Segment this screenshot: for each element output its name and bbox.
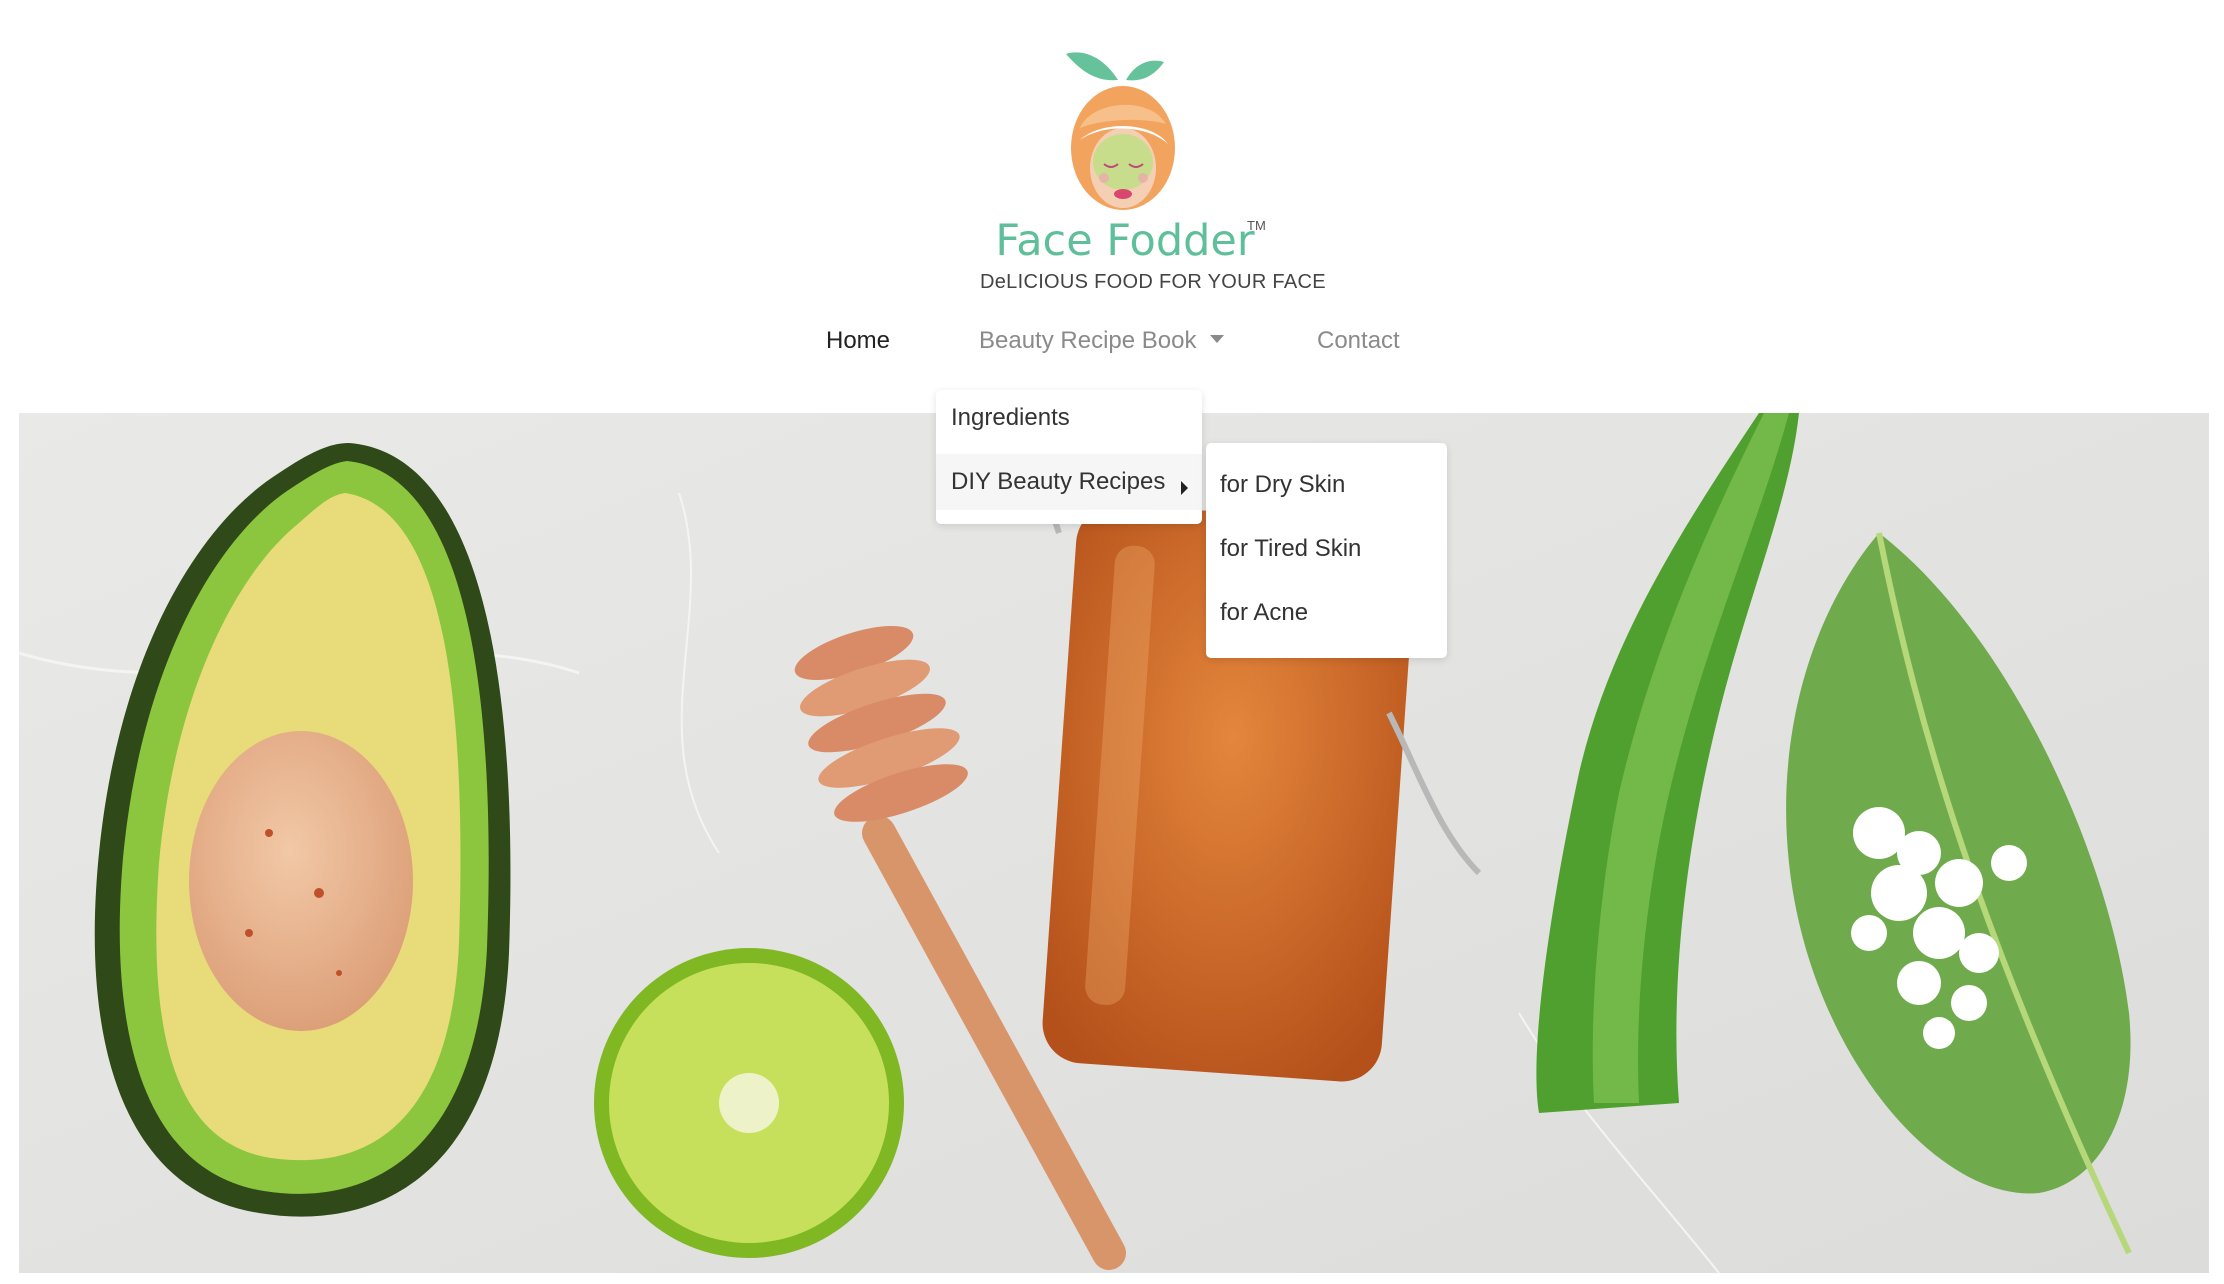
submenu-item-acne-label: for Acne: [1220, 599, 1309, 626]
main-navigation: Home Beauty Recipe Book Contact: [0, 318, 2224, 364]
diy-recipes-submenu: for Dry Skin for Tired Skin for Acne: [1206, 443, 1447, 658]
submenu-item-tired-skin-label: for Tired Skin: [1220, 535, 1362, 562]
recipe-book-dropdown: Ingredients DIY Beauty Recipes: [936, 390, 1202, 524]
dropdown-item-ingredients[interactable]: Ingredients: [936, 390, 1202, 446]
submenu-item-dry-skin-label: for Dry Skin: [1220, 471, 1346, 498]
nav-beauty-recipe-book[interactable]: Beauty Recipe Book: [979, 318, 1225, 364]
brand-tagline: DeLICIOUS FOOD FOR YOUR FACE: [980, 271, 1326, 293]
hero-image: [19, 413, 2209, 1273]
caret-right-icon: [1181, 481, 1188, 495]
submenu-item-dry-skin[interactable]: for Dry Skin: [1206, 453, 1447, 517]
submenu-item-acne[interactable]: for Acne: [1206, 581, 1447, 645]
caret-down-icon: [1210, 334, 1225, 343]
lime-half: [594, 948, 904, 1258]
face-mask-mascot-icon: [1066, 52, 1175, 210]
dropdown-item-ingredients-label: Ingredients: [951, 404, 1070, 431]
brand-name: Face Fodder: [995, 216, 1255, 266]
submenu-item-tired-skin[interactable]: for Tired Skin: [1206, 517, 1447, 581]
nav-home[interactable]: Home: [826, 318, 890, 364]
dropdown-item-diy-beauty-recipes-label: DIY Beauty Recipes: [951, 468, 1166, 495]
dropdown-item-diy-beauty-recipes[interactable]: DIY Beauty Recipes: [936, 454, 1202, 510]
trademark-symbol: TM: [1247, 218, 1266, 233]
hero-photo: [19, 413, 2209, 1273]
site-logo[interactable]: Face Fodder TM DeLICIOUS FOOD FOR YOUR F…: [960, 40, 1326, 310]
nav-contact[interactable]: Contact: [1317, 318, 1400, 364]
nav-beauty-recipe-book-label: Beauty Recipe Book: [979, 327, 1197, 354]
